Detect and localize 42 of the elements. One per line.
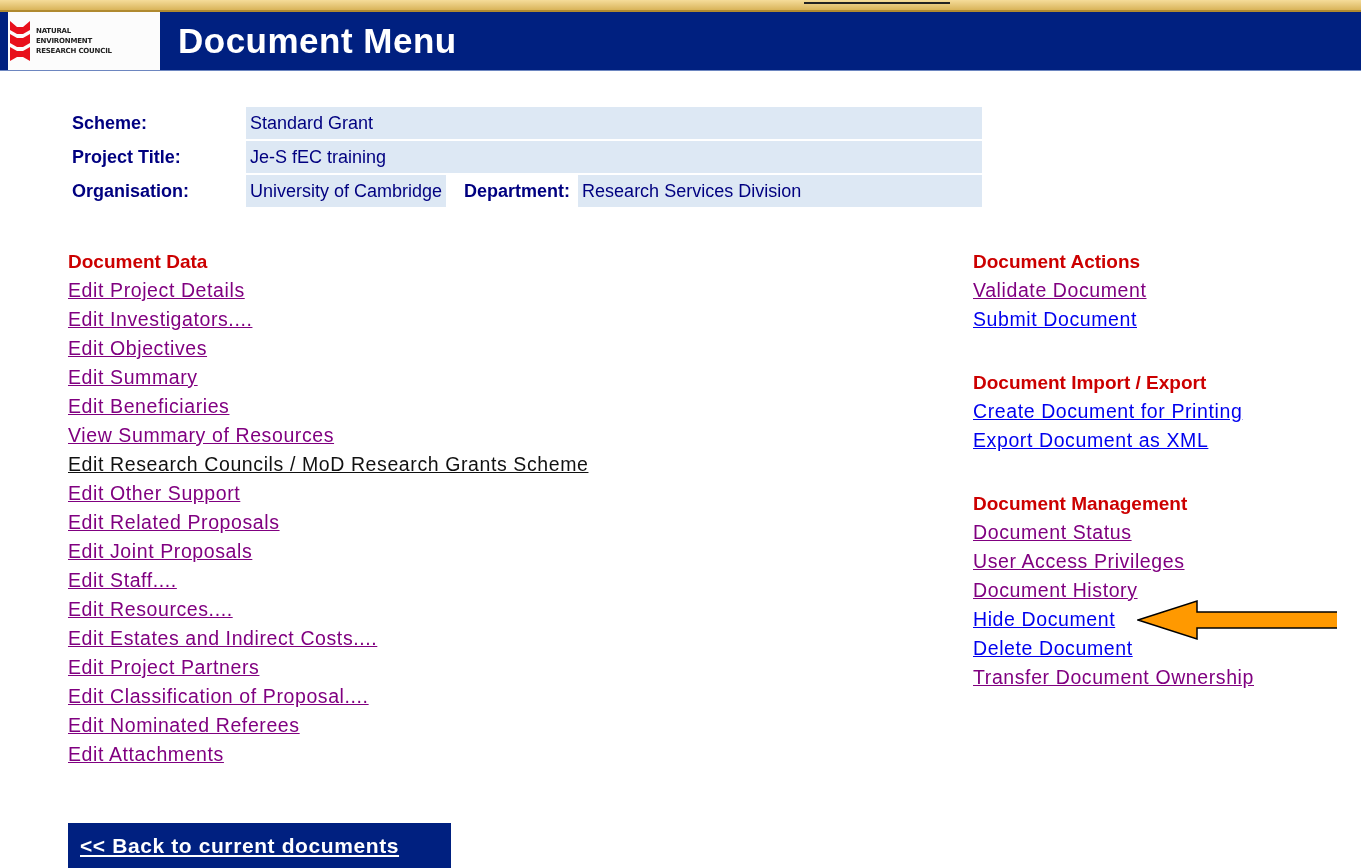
menu-link[interactable]: Submit Document — [973, 308, 1137, 331]
menu-link[interactable]: Edit Objectives — [68, 337, 208, 360]
menu-link[interactable]: Document Status — [973, 521, 1132, 544]
field-label: Organisation: — [72, 179, 190, 203]
field-value: Je-S fEC training — [246, 141, 982, 173]
menu-link[interactable]: View Summary of Resources — [68, 424, 335, 447]
menu-link[interactable]: Edit Related Proposals — [68, 511, 280, 534]
section-heading: Document Actions — [973, 250, 1142, 274]
section-heading: Document Import / Export — [973, 371, 1208, 395]
field-value: Standard Grant — [246, 107, 982, 139]
menu-link[interactable]: User Access Privileges — [973, 550, 1185, 573]
menu-link[interactable]: Edit Project Details — [68, 279, 245, 302]
logo-icon — [10, 21, 30, 61]
menu-link[interactable]: Edit Nominated Referees — [68, 714, 300, 737]
field-label: Project Title: — [72, 145, 182, 169]
menu-link[interactable]: Create Document for Printing — [973, 400, 1243, 423]
menu-link[interactable]: Edit Resources.... — [68, 598, 233, 621]
section-heading: Document Management — [973, 492, 1189, 516]
menu-link[interactable]: Delete Document — [973, 637, 1133, 660]
menu-link[interactable]: Edit Investigators.... — [68, 308, 253, 331]
back-button[interactable]: << Back to current documents — [68, 823, 451, 868]
menu-link[interactable]: Document History — [973, 579, 1138, 602]
field-value: University of Cambridge — [246, 175, 447, 207]
menu-link[interactable]: Edit Staff.... — [68, 569, 177, 592]
menu-link[interactable]: Edit Research Councils / MoD Research Grants Scheme — [68, 453, 589, 476]
page-title: Document Menu — [178, 21, 457, 61]
section-heading: Document Data — [68, 250, 209, 274]
menu-link[interactable]: Export Document as XML — [973, 429, 1209, 452]
menu-link[interactable]: Validate Document — [973, 279, 1147, 302]
menu-link[interactable]: Edit Other Support — [68, 482, 241, 505]
menu-link[interactable]: Edit Project Partners — [68, 656, 260, 679]
menu-link[interactable]: Edit Beneficiaries — [68, 395, 230, 418]
menu-link[interactable]: Edit Summary — [68, 366, 198, 389]
menu-link[interactable]: Transfer Document Ownership — [973, 666, 1254, 689]
menu-link[interactable]: Edit Estates and Indirect Costs.... — [68, 627, 378, 650]
field-label: Department: — [463, 179, 572, 203]
menu-link[interactable]: Edit Classification of Proposal.... — [68, 685, 369, 708]
menu-link[interactable]: Edit Attachments — [68, 743, 224, 766]
menu-link[interactable]: Hide Document — [973, 608, 1116, 631]
field-label: Scheme: — [72, 111, 149, 135]
field-value: Research Services Division — [578, 175, 982, 207]
menu-link[interactable]: Edit Joint Proposals — [68, 540, 253, 563]
